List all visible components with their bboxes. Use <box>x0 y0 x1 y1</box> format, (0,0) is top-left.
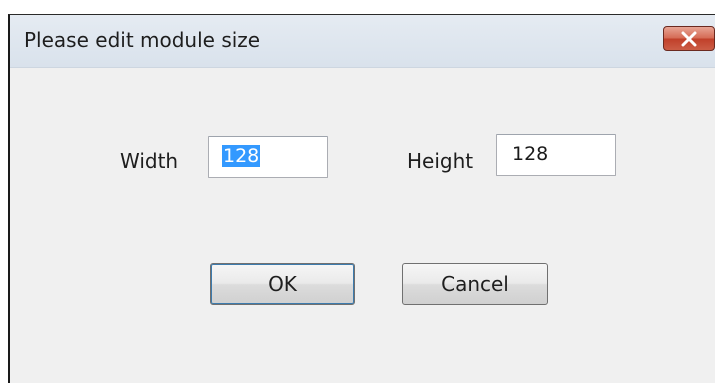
width-input-value: 128 <box>222 145 261 167</box>
height-input[interactable]: 128 <box>496 134 616 176</box>
dialog-title: Please edit module size <box>24 28 261 52</box>
width-label: Width <box>120 149 179 173</box>
close-button[interactable] <box>663 26 715 51</box>
height-input-value: 128 <box>512 143 549 165</box>
close-icon <box>681 31 697 47</box>
module-size-dialog: Please edit module size Width 128 Height… <box>8 14 715 383</box>
cancel-button[interactable]: Cancel <box>402 263 548 305</box>
ok-button[interactable]: OK <box>210 263 355 305</box>
width-input[interactable]: 128 <box>208 136 328 178</box>
title-bar[interactable]: Please edit module size <box>10 15 715 68</box>
height-label: Height <box>407 149 474 173</box>
